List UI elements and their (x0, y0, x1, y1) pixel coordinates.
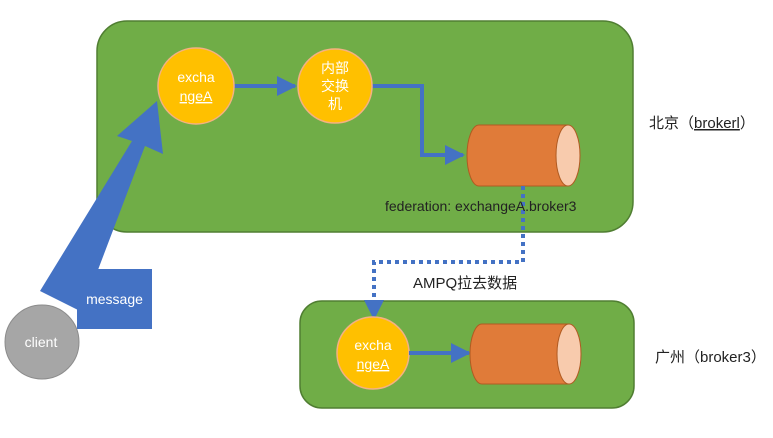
guangzhou-region-label: 广州（broker3） (655, 349, 766, 366)
guangzhou-exchange-label-line2: ngeA (357, 356, 390, 372)
internal-exchange-label-line2: 交换 (321, 78, 349, 94)
link-label: AMPQ拉去数据 (413, 275, 517, 292)
beijing-exchange-label-line1: excha (177, 69, 215, 85)
internal-exchange-label-line1: 内部 (321, 60, 349, 76)
beijing-queue (466, 124, 581, 187)
beijing-exchange-label-line2: ngeA (180, 88, 213, 104)
guangzhou-queue (469, 323, 582, 385)
federation-label: federation: exchangeA.broker3 (385, 198, 577, 214)
client-label: client (25, 334, 58, 350)
federation-diagram: message client excha ngeA 内部 交换 机 federa… (4, 20, 766, 409)
internal-exchange-label-line3: 机 (328, 96, 342, 112)
message-label: message (86, 291, 143, 307)
beijing-exchange-node (157, 47, 235, 125)
beijing-region-label: 北京（brokerl） (649, 115, 755, 132)
guangzhou-exchange-node (336, 316, 410, 390)
guangzhou-exchange-label-line1: excha (354, 337, 392, 353)
